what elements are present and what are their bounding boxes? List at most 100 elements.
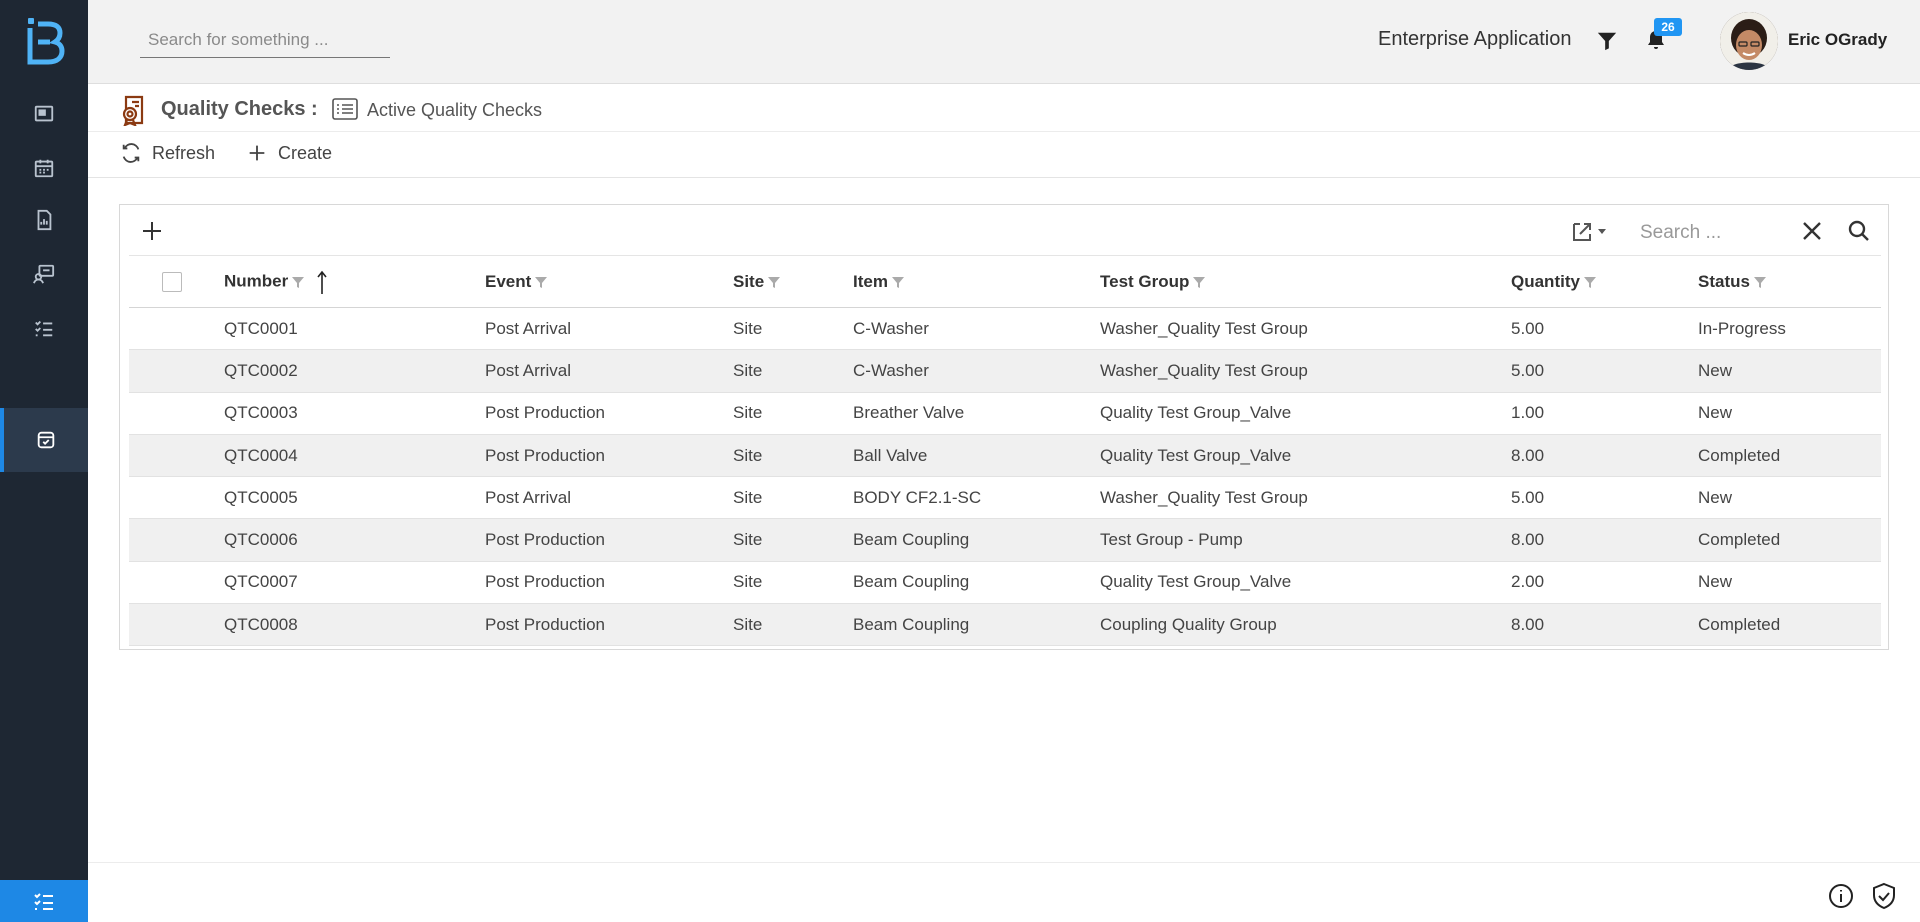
site-link[interactable]: Site: [733, 392, 853, 435]
site-link[interactable]: Site: [733, 476, 853, 520]
item-link[interactable]: Beam Coupling: [853, 561, 1100, 605]
test-group-link[interactable]: Quality Test Group_Valve: [1100, 434, 1511, 478]
row-select-cell[interactable]: [129, 307, 224, 351]
test-group-link[interactable]: Washer_Quality Test Group: [1100, 349, 1511, 393]
status-cell: Completed: [1698, 518, 1881, 562]
item-link[interactable]: BODY CF2.1-SC: [853, 476, 1100, 520]
filter-icon[interactable]: [292, 276, 305, 288]
event-cell: Post Production: [485, 561, 733, 605]
filter-icon[interactable]: [891, 276, 904, 289]
user-name[interactable]: Eric OGrady: [1788, 30, 1887, 50]
quality-check-icon: [37, 431, 55, 449]
notification-badge[interactable]: 26: [1654, 18, 1682, 36]
filter-icon[interactable]: [1193, 276, 1206, 289]
filter-icon[interactable]: [1583, 276, 1596, 289]
item-link[interactable]: Breather Valve: [853, 392, 1100, 435]
event-cell: Post Production: [485, 434, 733, 478]
item-link[interactable]: Beam Coupling: [853, 518, 1100, 562]
number-link[interactable]: QTC0002: [224, 349, 485, 393]
column-header-site[interactable]: Site: [733, 255, 853, 308]
quantity-cell: 2.00: [1511, 561, 1698, 605]
test-group-link[interactable]: Coupling Quality Group: [1100, 603, 1511, 647]
create-button[interactable]: Create: [246, 142, 332, 164]
row-select-cell[interactable]: [129, 603, 224, 647]
number-link[interactable]: QTC0004: [224, 434, 485, 478]
row-select-cell[interactable]: [129, 518, 224, 562]
site-link[interactable]: Site: [733, 349, 853, 393]
table-row[interactable]: QTC0004 Post Production Site Ball Valve …: [129, 434, 1881, 478]
sort-ascending-icon[interactable]: [316, 270, 328, 294]
test-group-link[interactable]: Quality Test Group_Valve: [1100, 561, 1511, 605]
view-title[interactable]: Active Quality Checks: [367, 100, 542, 121]
site-link[interactable]: Site: [733, 518, 853, 562]
site-link[interactable]: Site: [733, 561, 853, 605]
sidebar-bottom-button[interactable]: [0, 880, 88, 922]
filter-icon[interactable]: [1753, 276, 1766, 289]
column-header-event[interactable]: Event: [485, 255, 733, 308]
number-link[interactable]: QTC0003: [224, 392, 485, 435]
refresh-label: Refresh: [152, 142, 216, 163]
test-group-link[interactable]: Test Group - Pump: [1100, 518, 1511, 562]
status-cell: In-Progress: [1698, 307, 1881, 351]
test-group-link[interactable]: Washer_Quality Test Group: [1100, 476, 1511, 520]
sidebar-item-quality-checks[interactable]: [0, 408, 88, 472]
number-link[interactable]: QTC0006: [224, 518, 485, 562]
site-link[interactable]: Site: [733, 434, 853, 478]
table-row[interactable]: QTC0006 Post Production Site Beam Coupli…: [129, 518, 1881, 562]
table-row[interactable]: QTC0007 Post Production Site Beam Coupli…: [129, 561, 1881, 605]
row-select-cell[interactable]: [129, 392, 224, 435]
shield-check-icon[interactable]: [1870, 882, 1898, 910]
refresh-button[interactable]: Refresh: [120, 142, 215, 164]
number-link[interactable]: QTC0007: [224, 561, 485, 605]
sidebar-item-checklist[interactable]: [0, 296, 88, 360]
search-icon[interactable]: [1847, 219, 1871, 243]
number-link[interactable]: QTC0008: [224, 603, 485, 647]
row-select-cell[interactable]: [129, 434, 224, 478]
add-row-icon[interactable]: [140, 219, 164, 243]
status-cell: New: [1698, 476, 1881, 520]
app-name[interactable]: Enterprise Application: [1378, 28, 1571, 51]
table-row[interactable]: QTC0003 Post Production Site Breather Va…: [129, 392, 1881, 435]
item-link[interactable]: Ball Valve: [853, 434, 1100, 478]
checklist-icon: [35, 320, 53, 337]
column-header-test-group[interactable]: Test Group: [1100, 255, 1511, 308]
item-link[interactable]: C-Washer: [853, 307, 1100, 351]
event-cell: Post Production: [485, 518, 733, 562]
number-link[interactable]: QTC0001: [224, 307, 485, 351]
column-label: Number: [224, 270, 289, 290]
test-group-link[interactable]: Quality Test Group_Valve: [1100, 392, 1511, 435]
export-icon[interactable]: [1570, 219, 1612, 243]
site-link[interactable]: Site: [733, 603, 853, 647]
filter-icon[interactable]: [535, 276, 548, 289]
item-link[interactable]: Beam Coupling: [853, 603, 1100, 647]
table-row[interactable]: QTC0001 Post Arrival Site C-Washer Washe…: [129, 307, 1881, 351]
table-row[interactable]: QTC0005 Post Arrival Site BODY CF2.1-SC …: [129, 476, 1881, 520]
filter-icon[interactable]: [1596, 30, 1618, 52]
page-header: Quality Checks : Active Quality Checks: [88, 84, 1920, 132]
grid-search-input[interactable]: [1628, 213, 1788, 253]
table-row[interactable]: QTC0002 Post Arrival Site C-Washer Washe…: [129, 349, 1881, 393]
row-select-cell[interactable]: [129, 349, 224, 393]
site-link[interactable]: Site: [733, 307, 853, 351]
select-all-cell: [129, 255, 224, 308]
app-logo-icon[interactable]: [22, 16, 66, 66]
column-header-quantity[interactable]: Quantity: [1511, 255, 1698, 308]
global-search-input[interactable]: [140, 22, 390, 58]
column-header-status[interactable]: Status: [1698, 255, 1881, 308]
number-link[interactable]: QTC0005: [224, 476, 485, 520]
column-label: Quantity: [1511, 271, 1580, 291]
test-group-link[interactable]: Washer_Quality Test Group: [1100, 307, 1511, 351]
filter-icon[interactable]: [768, 276, 781, 289]
column-header-item[interactable]: Item: [853, 255, 1100, 308]
item-link[interactable]: C-Washer: [853, 349, 1100, 393]
close-icon[interactable]: [1800, 219, 1824, 243]
event-cell: Post Arrival: [485, 349, 733, 393]
row-select-cell[interactable]: [129, 561, 224, 605]
info-icon[interactable]: [1828, 883, 1854, 909]
row-select-cell[interactable]: [129, 476, 224, 520]
avatar[interactable]: [1720, 12, 1778, 70]
select-all-checkbox[interactable]: [162, 271, 182, 292]
quantity-cell: 8.00: [1511, 518, 1698, 562]
column-header-number[interactable]: Number: [224, 255, 485, 308]
table-row[interactable]: QTC0008 Post Production Site Beam Coupli…: [129, 603, 1881, 647]
